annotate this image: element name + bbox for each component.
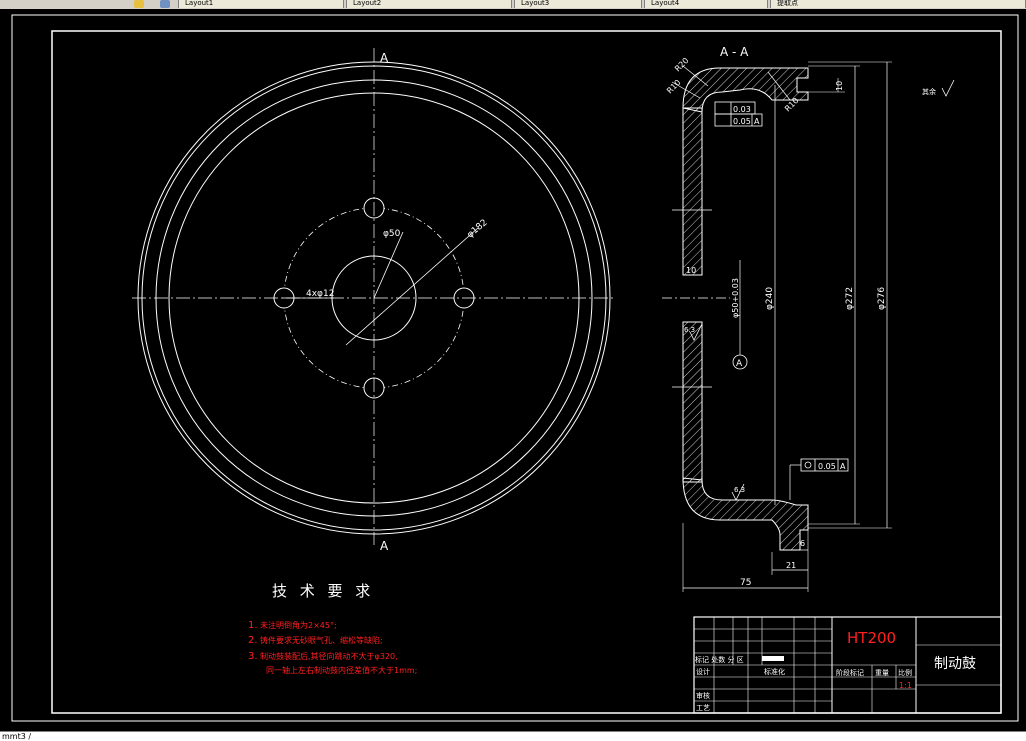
section-web-upper xyxy=(682,107,703,276)
section-mark-top: A xyxy=(380,51,389,65)
row-marks-label: 标记 处数 分 区 xyxy=(695,655,744,664)
weight-label: 重量 xyxy=(875,669,889,677)
layer-icon[interactable] xyxy=(134,0,144,8)
section-web-lower xyxy=(682,321,703,483)
tab-extract[interactable]: 提取点 xyxy=(770,0,1026,8)
dim-240-label: φ240 xyxy=(765,287,775,310)
req-2-text: 铸件要求无砂眼气孔、缩松等缺陷; xyxy=(260,635,383,645)
dim-phi50-label: φ50 xyxy=(383,229,401,239)
scale-label: 比例 xyxy=(898,668,912,677)
tab-layout3[interactable]: Layout3 xyxy=(514,0,642,8)
roughness-icon-general xyxy=(941,79,955,97)
standardize-label: 标准化 xyxy=(764,667,785,676)
r20-label: R20 xyxy=(673,56,691,74)
r10-left-label: R10 xyxy=(665,78,683,96)
req-3-num: 3. xyxy=(248,651,258,662)
sheet-inner-border xyxy=(51,30,1002,714)
title-block-fill xyxy=(762,656,784,661)
title-block: HT200 制动鼓 标记 处数 分 区 设计 标准化 审核 工艺 阶段标记 重量… xyxy=(693,616,1002,714)
sheet-outer-border xyxy=(11,14,1019,722)
tol-bottom-datum: A xyxy=(840,462,846,471)
tol-parallel-datum: A xyxy=(754,117,760,126)
tol-runout-value: 0.03 xyxy=(733,105,751,114)
dim-75-label: 75 xyxy=(740,578,751,588)
leader-phi50 xyxy=(373,231,404,299)
tol-bottom-value: 0.05 xyxy=(818,462,836,471)
tol-parallel-value: 0.05 xyxy=(733,117,751,126)
roughness-1-value: 6.3 xyxy=(684,326,695,334)
dim-10-top-label: 10 xyxy=(835,81,844,91)
section-view: A - A 0.03 0.05 A 0.05 A A 6.3 6.3 其余 R1… xyxy=(662,45,955,592)
front-view: A A φ50 φ182 4xφ12 xyxy=(132,48,615,553)
dim-276-label: φ276 xyxy=(877,287,887,310)
leader-phi182 xyxy=(345,227,479,346)
process-label: 工艺 xyxy=(696,704,710,712)
technical-requirements: 技 术 要 求 1. 未注明倒角为2×45°; 2. 铸件要求无砂眼气孔、缩松等… xyxy=(248,582,417,675)
section-mark-bottom: A xyxy=(380,539,389,553)
req-1-text: 未注明倒角为2×45°; xyxy=(260,620,337,630)
req-1-num: 1. xyxy=(248,620,258,631)
datum-a-label: A xyxy=(736,359,743,369)
req-3-text: 制动鼓装配后,其径向跳动不大于φ320, xyxy=(260,651,398,661)
dim-6-label: 6 xyxy=(800,539,805,548)
tab-layout4[interactable]: Layout4 xyxy=(644,0,768,8)
tab-layout2[interactable]: Layout2 xyxy=(346,0,512,8)
req-2-num: 2. xyxy=(248,635,258,646)
material-label: HT200 xyxy=(847,629,896,647)
design-label: 设计 xyxy=(696,667,710,676)
roughness-2-value: 6.3 xyxy=(734,486,745,494)
surface-note: 其余 xyxy=(922,87,936,96)
dim-phi182-label: φ182 xyxy=(466,218,490,241)
requirements-title: 技 术 要 求 xyxy=(272,582,374,600)
tab-layout1[interactable]: Layout1 xyxy=(178,0,344,8)
drawing-svg: A A φ50 φ182 4xφ12 A - A 0.03 0.05 A 0.0… xyxy=(11,14,1019,722)
part-name: 制动鼓 xyxy=(934,656,976,672)
review-label: 审核 xyxy=(696,691,710,700)
section-bottom-flange xyxy=(682,477,809,551)
concentricity-icon xyxy=(804,461,812,469)
stage-mark-label: 阶段标记 xyxy=(836,668,864,677)
scale-value: 1:1 xyxy=(899,681,912,690)
dim-272-label: φ272 xyxy=(845,287,855,310)
req-3-continued: 同一轴上左右制动鼓内径差值不大于1mm; xyxy=(266,665,417,675)
dim-bore-label: φ50+0.03 xyxy=(731,278,740,318)
dim-10-mid-label: 10 xyxy=(686,266,696,275)
dim-21-label: 21 xyxy=(786,561,796,570)
drawing-canvas[interactable]: A A φ50 φ182 4xφ12 A - A 0.03 0.05 A 0.0… xyxy=(0,9,1026,731)
layer-states-icon[interactable] xyxy=(160,0,170,8)
dim-holes-label: 4xφ12 xyxy=(306,289,334,299)
section-title: A - A xyxy=(720,45,749,59)
